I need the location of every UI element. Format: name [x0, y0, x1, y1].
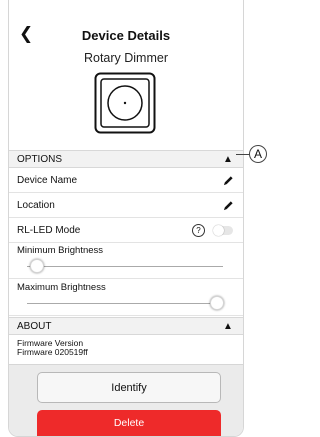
minimum-brightness-slider-handle[interactable]: [29, 259, 44, 273]
firmware-version-value: Firmware 020519ff: [17, 347, 88, 357]
about-section-title: ABOUT: [17, 321, 52, 332]
rl-led-mode-label: RL-LED Mode: [17, 225, 81, 236]
help-icon[interactable]: ?: [192, 224, 205, 237]
device-details-screen: ❮ Device Details Rotary Dimmer OPTIONS ▲…: [8, 0, 244, 437]
rl-led-mode-toggle[interactable]: [213, 225, 233, 236]
header: ❮ Device Details Rotary Dimmer: [9, 0, 243, 145]
action-footer: Identify Delete: [9, 364, 243, 436]
minimum-brightness-label: Minimum Brightness: [17, 245, 104, 256]
location-label: Location: [17, 200, 55, 211]
maximum-brightness-track[interactable]: [27, 296, 225, 310]
maximum-brightness-row: Maximum Brightness: [9, 280, 243, 316]
firmware-version-block: Firmware Version Firmware 020519ff: [9, 335, 243, 365]
rotary-dimmer-icon: [94, 72, 156, 134]
pencil-edit-icon[interactable]: [223, 175, 234, 186]
device-name-label: Device Name: [17, 175, 78, 186]
identify-button[interactable]: Identify: [37, 372, 221, 403]
rl-led-mode-row: RL-LED Mode ?: [9, 218, 243, 243]
minimum-brightness-row: Minimum Brightness: [9, 243, 243, 279]
chevron-up-icon[interactable]: ▲: [221, 318, 235, 336]
maximum-brightness-slider-handle[interactable]: [210, 296, 225, 310]
minimum-brightness-track[interactable]: [27, 259, 223, 273]
options-section-header[interactable]: OPTIONS ▲: [9, 150, 243, 168]
chevron-up-icon[interactable]: ▲: [221, 151, 235, 169]
toggle-knob: [213, 225, 224, 236]
callout-leader-line: [236, 154, 250, 155]
about-section-header[interactable]: ABOUT ▲: [9, 317, 243, 335]
options-section-title: OPTIONS: [17, 154, 63, 165]
maximum-brightness-label: Maximum Brightness: [17, 282, 106, 293]
pencil-edit-icon[interactable]: [223, 200, 234, 211]
location-row[interactable]: Location: [9, 193, 243, 218]
device-name-row[interactable]: Device Name: [9, 168, 243, 193]
page-title: Device Details: [81, 28, 171, 43]
callout-marker: A: [249, 145, 267, 163]
delete-button[interactable]: Delete: [37, 410, 221, 436]
device-type-subtitle: Rotary Dimmer: [83, 51, 169, 65]
